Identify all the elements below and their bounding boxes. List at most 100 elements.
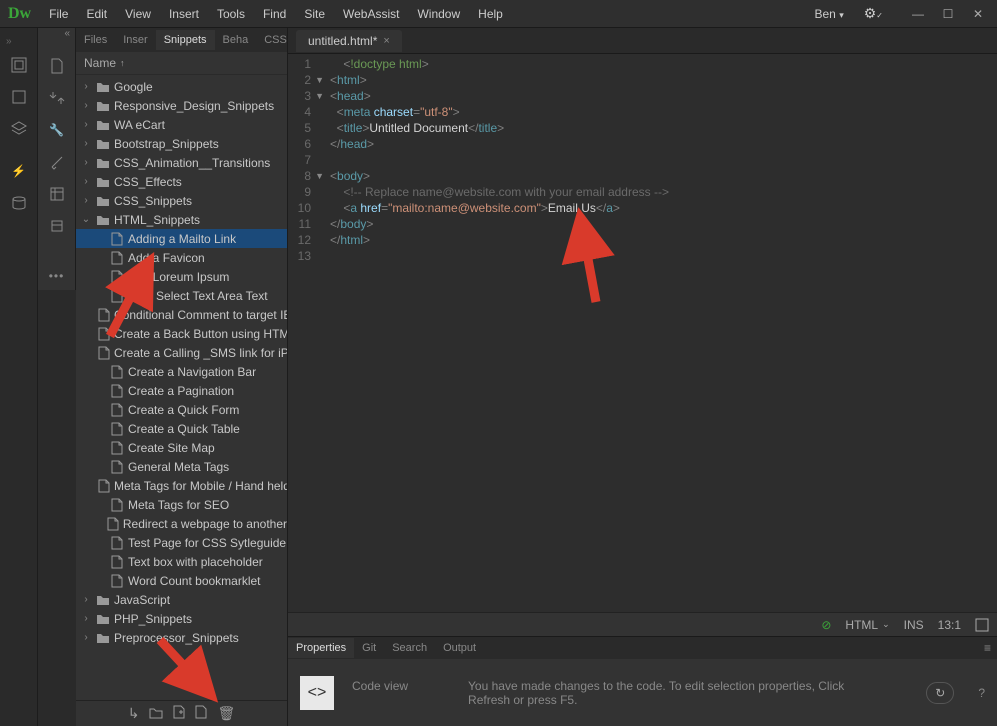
rail-databases-icon[interactable] [5, 189, 33, 217]
properties-help-icon[interactable]: ? [978, 686, 985, 700]
delete-icon[interactable]: 🗑 [217, 705, 235, 722]
snippet-item[interactable]: Meta Tags for SEO [76, 495, 287, 514]
menu-tools[interactable]: Tools [209, 3, 253, 25]
props-tab-properties[interactable]: Properties [288, 638, 354, 658]
rail-layers-icon[interactable] [5, 115, 33, 143]
user-menu[interactable]: Ben ▾ [807, 3, 852, 25]
snippet-item[interactable]: Meta Tags for Mobile / Hand held [76, 476, 287, 495]
code-editor[interactable]: 12▼3▼45678▼910111213 <!doctype html><htm… [288, 54, 997, 612]
snippet-item[interactable]: Create a Calling _SMS link for iPhone [76, 343, 287, 362]
props-tab-output[interactable]: Output [435, 638, 484, 658]
folder-item-open[interactable]: ⌄HTML_Snippets [76, 210, 287, 229]
snippet-item[interactable]: Create a Navigation Bar [76, 362, 287, 381]
panel-tab-inser[interactable]: Inser [115, 30, 155, 50]
snippet-item[interactable]: Word Count bookmarklet [76, 571, 287, 590]
expand-icon[interactable]: › [80, 157, 92, 168]
folder-item[interactable]: ›JavaScript [76, 590, 287, 609]
snippet-item[interactable]: Add a Favicon [76, 248, 287, 267]
snippet-item[interactable]: Create a Back Button using HTML [76, 324, 287, 343]
folder-item[interactable]: ›WA eCart [76, 115, 287, 134]
snippet-item[interactable]: Adding a Mailto Link [76, 229, 287, 248]
expand-icon[interactable]: › [80, 138, 92, 149]
expand-icon[interactable]: › [80, 613, 92, 624]
expand-icon[interactable]: ⌄ [80, 214, 92, 225]
panel-collapse-icon[interactable]: « [38, 28, 76, 44]
panel-column-header[interactable]: Name↑ [76, 52, 287, 75]
folder-item[interactable]: ›Preprocessor_Snippets [76, 628, 287, 647]
rail-insert-icon[interactable] [5, 83, 33, 111]
tool-brush-icon[interactable] [43, 148, 71, 176]
folder-item[interactable]: ›Bootstrap_Snippets [76, 134, 287, 153]
edit-snippet-icon[interactable] [195, 705, 207, 722]
snippet-item[interactable]: Conditional Comment to target IE [76, 305, 287, 324]
menu-site[interactable]: Site [296, 3, 333, 25]
close-button[interactable]: ✕ [967, 5, 989, 23]
snippet-item[interactable]: Create a Quick Table [76, 419, 287, 438]
panel-tab-beha[interactable]: Beha [215, 30, 257, 50]
expand-icon[interactable]: › [80, 176, 92, 187]
rail-collapse-icon[interactable]: » [0, 36, 12, 47]
expand-icon[interactable]: › [80, 81, 92, 92]
file-icon [98, 308, 110, 322]
menu-find[interactable]: Find [255, 3, 294, 25]
refresh-button[interactable]: ↻ [926, 682, 954, 704]
tool-wrench-icon[interactable]: 🔧 [43, 116, 71, 144]
snippet-item[interactable]: Test Page for CSS Sytleguide [76, 533, 287, 552]
folder-item[interactable]: ›CSS_Animation__Transitions [76, 153, 287, 172]
status-fullscreen-icon[interactable] [975, 618, 989, 632]
folder-item[interactable]: ›CSS_Effects [76, 172, 287, 191]
menu-webassist[interactable]: WebAssist [335, 3, 407, 25]
tool-file-icon[interactable] [43, 52, 71, 80]
panel-tab-snippets[interactable]: Snippets [156, 30, 215, 50]
menu-insert[interactable]: Insert [161, 3, 207, 25]
close-tab-icon[interactable]: × [383, 35, 389, 47]
code-content[interactable]: <!doctype html><html><head> <meta charse… [330, 54, 669, 612]
insert-snippet-icon[interactable]: ↳ [128, 705, 140, 722]
tool-snippet-icon[interactable] [43, 212, 71, 240]
new-folder-icon[interactable] [149, 706, 163, 722]
snippet-item[interactable]: Redirect a webpage to another [76, 514, 287, 533]
folder-icon [96, 593, 110, 607]
expand-icon[interactable]: › [80, 632, 92, 643]
folder-item[interactable]: ›Google [76, 77, 287, 96]
tree-label: Create a Calling _SMS link for iPhone [114, 346, 287, 360]
status-language[interactable]: HTML ⌄ [845, 618, 889, 632]
file-icon [110, 574, 124, 588]
rail-behaviors-icon[interactable]: ⚡ [5, 157, 33, 185]
snippet-item[interactable]: Create a Pagination [76, 381, 287, 400]
folder-item[interactable]: ›CSS_Snippets [76, 191, 287, 210]
expand-icon[interactable]: › [80, 594, 92, 605]
tool-navigator-icon[interactable] [43, 180, 71, 208]
folder-icon [96, 631, 110, 645]
minimize-button[interactable]: — [907, 5, 929, 23]
document-tab[interactable]: untitled.html* × [296, 30, 402, 52]
snippet-item[interactable]: Add Loreum Ipsum [76, 267, 287, 286]
maximize-button[interactable]: ☐ [937, 5, 959, 23]
expand-icon[interactable]: › [80, 195, 92, 206]
snippet-item[interactable]: General Meta Tags [76, 457, 287, 476]
tool-arrows-icon[interactable] [43, 84, 71, 112]
props-menu-icon[interactable]: ≡ [978, 637, 997, 659]
props-tab-git[interactable]: Git [354, 638, 384, 658]
menu-file[interactable]: File [41, 3, 76, 25]
menu-help[interactable]: Help [470, 3, 511, 25]
settings-gear-icon[interactable]: ⚙✓ [864, 5, 883, 22]
tool-more-icon[interactable]: ••• [43, 262, 71, 290]
props-tab-search[interactable]: Search [384, 638, 435, 658]
expand-icon[interactable]: › [80, 100, 92, 111]
menu-edit[interactable]: Edit [78, 3, 115, 25]
snippet-item[interactable]: Text box with placeholder [76, 552, 287, 571]
new-snippet-icon[interactable] [173, 705, 185, 722]
status-insert-mode[interactable]: INS [904, 618, 924, 632]
folder-item[interactable]: ›Responsive_Design_Snippets [76, 96, 287, 115]
snippet-item[interactable]: Auto Select Text Area Text [76, 286, 287, 305]
rail-extract-icon[interactable] [5, 51, 33, 79]
panel-tab-files[interactable]: Files [76, 30, 115, 50]
snippet-item[interactable]: Create Site Map [76, 438, 287, 457]
expand-icon[interactable]: › [80, 119, 92, 130]
main-menu: FileEditViewInsertToolsFindSiteWebAssist… [41, 3, 806, 25]
menu-view[interactable]: View [117, 3, 159, 25]
menu-window[interactable]: Window [409, 3, 468, 25]
snippet-item[interactable]: Create a Quick Form [76, 400, 287, 419]
folder-item[interactable]: ›PHP_Snippets [76, 609, 287, 628]
